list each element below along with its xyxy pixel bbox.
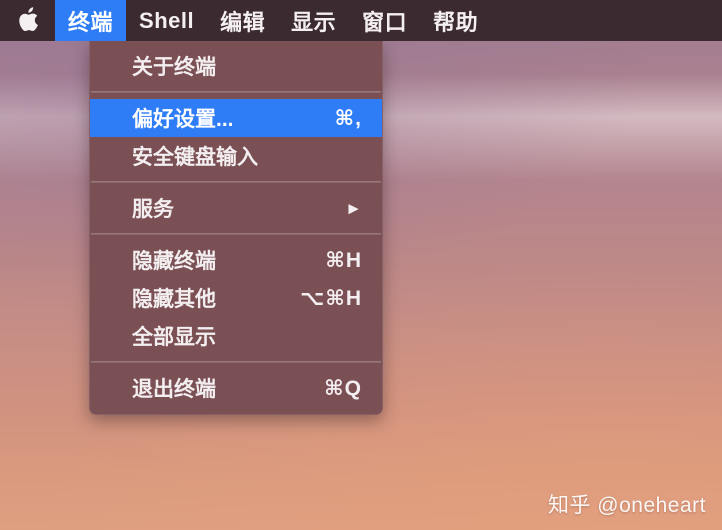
menu-item-label: 服务 <box>132 198 174 221</box>
apple-menu-button[interactable] <box>0 0 55 41</box>
menu-item-label: 关于终端 <box>132 56 216 79</box>
menu-item-hide-others[interactable]: 隐藏其他 ⌥⌘H <box>90 279 382 317</box>
menu-bar-item-help[interactable]: 帮助 <box>420 0 491 41</box>
menu-item-label: 隐藏终端 <box>132 250 216 273</box>
menu-bar-item-label: 终端 <box>68 9 114 35</box>
menu-bar-item-view[interactable]: 显示 <box>278 0 349 41</box>
menu-bar-item-window[interactable]: 窗口 <box>349 0 420 41</box>
menu-item-shortcut: ⌘, <box>334 106 362 130</box>
menu-item-label: 安全键盘输入 <box>132 146 258 169</box>
menu-separator <box>91 181 381 183</box>
menu-item-label: 退出终端 <box>132 378 216 401</box>
menu-bar-item-label: 显示 <box>291 9 337 35</box>
menu-bar-item-shell[interactable]: Shell <box>126 0 207 41</box>
menu-bar: 终端 Shell 编辑 显示 窗口 帮助 <box>0 0 722 41</box>
menu-item-shortcut: ⌘Q <box>324 376 362 400</box>
menu-separator <box>91 361 381 363</box>
menu-item-shortcut: ⌘H <box>325 248 362 272</box>
menu-bar-item-label: 编辑 <box>220 9 266 35</box>
watermark-text: 知乎 @oneheart <box>547 494 706 517</box>
menu-item-secure-keyboard-entry[interactable]: 安全键盘输入 <box>90 137 382 175</box>
menu-item-about-terminal[interactable]: 关于终端 <box>90 47 382 85</box>
menu-item-quit-terminal[interactable]: 退出终端 ⌘Q <box>90 369 382 407</box>
apple-logo-icon <box>18 7 39 32</box>
menu-item-label: 偏好设置... <box>132 108 234 131</box>
menu-separator <box>91 233 381 235</box>
terminal-menu-dropdown: 关于终端 偏好设置... ⌘, 安全键盘输入 服务 ► 隐藏终端 ⌘H 隐藏其他… <box>89 41 383 415</box>
menu-bar-item-terminal[interactable]: 终端 <box>55 0 127 41</box>
menu-bar-item-label: Shell <box>139 7 195 33</box>
menu-item-shortcut: ⌥⌘H <box>300 286 362 310</box>
menu-bar-item-edit[interactable]: 编辑 <box>207 0 278 41</box>
menu-separator <box>91 91 381 93</box>
menu-bar-item-label: 窗口 <box>362 9 408 35</box>
submenu-arrow-icon: ► <box>345 198 362 218</box>
menu-bar-item-label: 帮助 <box>433 9 479 35</box>
menu-item-show-all[interactable]: 全部显示 <box>90 317 382 355</box>
menu-item-services[interactable]: 服务 ► <box>90 189 382 227</box>
menu-item-label: 隐藏其他 <box>132 288 216 311</box>
menu-item-preferences[interactable]: 偏好设置... ⌘, <box>90 99 382 137</box>
desktop-screen: 终端 Shell 编辑 显示 窗口 帮助 关于终端 偏好设置... ⌘, 安全键… <box>0 0 722 530</box>
menu-item-label: 全部显示 <box>132 326 216 349</box>
menu-item-hide-terminal[interactable]: 隐藏终端 ⌘H <box>90 241 382 279</box>
